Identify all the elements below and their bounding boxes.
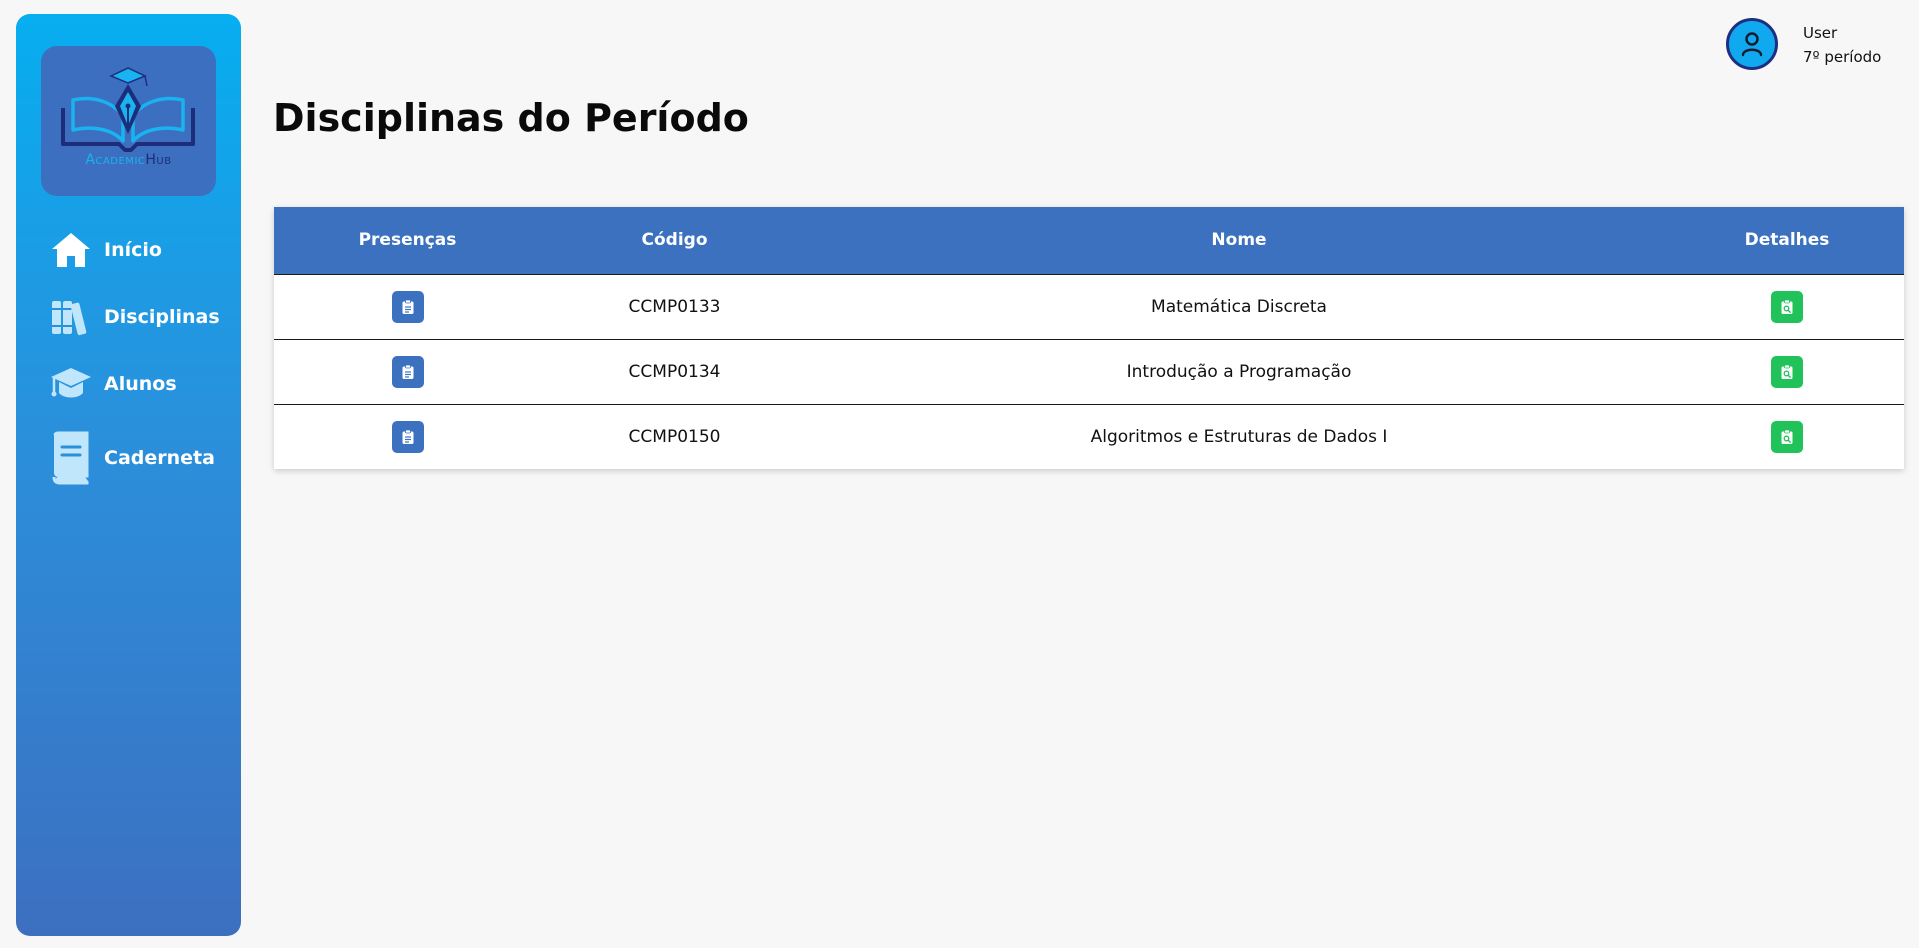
clipboard-list-icon [401,299,415,315]
sidebar-item-caderneta[interactable]: Caderneta [50,428,215,488]
presencas-button[interactable] [391,355,424,388]
sidebar-item-label: Disciplinas [104,306,220,328]
user-name: User [1803,24,1838,42]
app-logo[interactable]: AcademicHub [41,46,216,196]
table-row: CCMP0133 Matemática Discreta [274,274,1904,340]
detalhes-cell [1670,404,1904,469]
nome-cell: Algoritmos e Estruturas de Dados I [1090,426,1388,447]
clipboard-search-icon [1780,429,1794,445]
logo-word-hub: Hub [145,152,172,168]
user-avatar[interactable] [1726,18,1778,70]
sidebar-item-label: Início [104,239,162,261]
detalhes-button[interactable] [1771,290,1803,323]
column-header-detalhes: Detalhes [1670,207,1904,275]
presencas-cell [274,274,541,340]
detalhes-button[interactable] [1771,355,1803,388]
sidebar-item-label: Caderneta [104,447,215,469]
codigo-cell: CCMP0133 [541,274,808,340]
open-book-pen-logo-icon [61,67,195,152]
notebook-icon [50,428,94,488]
disciplines-table: Presenças Código Nome Detalhes CCMP0133 M… [274,207,1904,469]
column-header-presencas: Presenças [274,207,541,275]
user-icon [1741,32,1763,57]
table-header-row: Presenças Código Nome Detalhes [274,207,1904,275]
logo-word-academic: Academic [85,152,146,168]
presencas-button[interactable] [391,290,424,323]
table-body: CCMP0133 Matemática Discreta CCMP0134 Intro… [274,274,1904,469]
page-title: Disciplinas do Período [273,96,749,140]
clipboard-list-icon [401,364,415,380]
table-row: CCMP0150 Algoritmos e Estruturas de Dados… [274,404,1904,469]
column-header-nome: Nome [808,207,1670,275]
detalhes-cell [1670,339,1904,405]
sidebar-item-alunos[interactable]: Alunos [50,361,177,407]
sidebar: AcademicHub Início Disciplinas Alunos Ca… [16,14,241,936]
logo-text: AcademicHub [41,152,216,168]
user-period: 7º período [1803,48,1882,66]
detalhes-cell [1670,274,1904,340]
sidebar-item-inicio[interactable]: Início [50,227,162,273]
table-row: CCMP0134 Introdução a Programação [274,339,1904,405]
nome-cell: Introdução a Programação [808,339,1670,405]
home-icon [50,227,94,273]
presencas-cell [274,339,541,405]
presencas-cell [274,404,541,469]
presencas-button[interactable] [391,420,424,453]
graduation-cap-icon [50,361,94,407]
codigo-cell: CCMP0150 [628,426,721,447]
books-icon [50,294,94,340]
clipboard-search-icon [1780,364,1794,380]
nome-cell: Matemática Discreta [808,274,1670,340]
clipboard-search-icon [1780,299,1794,315]
column-header-codigo: Código [541,207,808,275]
detalhes-button[interactable] [1771,420,1803,453]
clipboard-list-icon [401,429,415,445]
codigo-cell: CCMP0134 [541,339,808,405]
sidebar-item-disciplinas[interactable]: Disciplinas [50,294,220,340]
sidebar-item-label: Alunos [104,373,177,395]
